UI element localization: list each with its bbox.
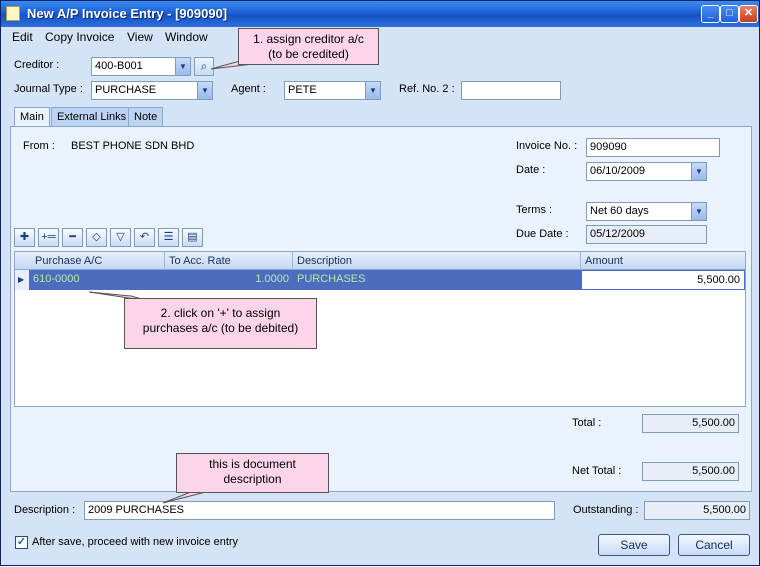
menu-edit[interactable]: Edit	[12, 30, 33, 44]
cell-amount[interactable]: 5,500.00	[581, 270, 745, 290]
outstanding-value: 5,500.00	[644, 501, 750, 520]
creditor-value: 400-B001	[95, 60, 143, 72]
date-value: 06/10/2009	[590, 165, 646, 177]
creditor-label: Creditor :	[14, 59, 60, 71]
journal-type-label: Journal Type :	[14, 83, 83, 95]
date-picker[interactable]: 06/10/2009 ▼	[586, 162, 707, 181]
terms-label: Terms :	[516, 204, 553, 216]
cell-purchase-ac[interactable]: 610-0000	[29, 270, 165, 290]
col-purchase-ac[interactable]: Purchase A/C	[35, 255, 102, 267]
tab-external-links[interactable]: External Links	[51, 107, 133, 127]
grid-header: Purchase A/C To Acc. Rate Description Am…	[15, 252, 745, 270]
journal-type-value: PURCHASE	[95, 84, 157, 96]
callout-creditor: 1. assign creditor a/c (to be credited)	[238, 28, 379, 65]
list-button[interactable]: ☰	[158, 228, 179, 247]
add-icon: ✚	[19, 231, 30, 243]
menu-copy-invoice[interactable]: Copy Invoice	[45, 30, 114, 44]
detail-button[interactable]: ▤	[182, 228, 203, 247]
column-divider	[164, 252, 165, 270]
terms-select[interactable]: Net 60 days ▼	[586, 202, 707, 221]
callout-description: this is document description	[176, 453, 329, 493]
chevron-down-icon[interactable]: ▼	[197, 82, 212, 99]
invoice-no-input[interactable]: 909090	[586, 138, 720, 157]
row-pointer-icon: ▶	[15, 270, 29, 290]
detail-icon: ▤	[187, 231, 198, 243]
menu-view[interactable]: View	[127, 30, 153, 44]
delete-icon: ━	[69, 231, 76, 243]
chevron-down-icon[interactable]: ▼	[691, 163, 706, 180]
col-rate[interactable]: To Acc. Rate	[169, 255, 231, 267]
callout-purchase: 2. click on '+' to assign purchases a/c …	[124, 298, 317, 349]
column-divider	[580, 252, 581, 270]
move-down-icon: ▽	[116, 231, 125, 243]
description-label: Description :	[14, 504, 76, 516]
undo-button[interactable]: ↶	[134, 228, 155, 247]
menu-window[interactable]: Window	[165, 30, 208, 44]
agent-value: PETE	[288, 84, 317, 96]
insert-icon: +═	[41, 231, 56, 243]
title-bar[interactable]: New A/P Invoice Entry - [909090] _ □ ✕	[1, 1, 759, 27]
close-button[interactable]: ✕	[739, 5, 758, 23]
outstanding-label: Outstanding :	[573, 504, 639, 516]
col-description[interactable]: Description	[297, 255, 352, 267]
proceed-label: After save, proceed with new invoice ent…	[32, 536, 239, 548]
tab-main[interactable]: Main	[14, 107, 50, 128]
creditor-select[interactable]: 400-B001 ▼	[91, 57, 191, 76]
due-date-value: 05/12/2009	[586, 225, 707, 244]
save-button[interactable]: Save	[598, 534, 670, 556]
search-icon: ⌕	[200, 59, 208, 73]
from-label: From :	[23, 140, 55, 152]
ref-no2-label: Ref. No. 2 :	[399, 83, 455, 95]
description-input[interactable]: 2009 PURCHASES	[84, 501, 555, 520]
net-total-value: 5,500.00	[642, 462, 739, 481]
agent-select[interactable]: PETE ▼	[284, 81, 381, 100]
insert-row-button[interactable]: +═	[38, 228, 59, 247]
list-icon: ☰	[163, 231, 174, 243]
net-total-label: Net Total :	[572, 465, 622, 477]
maximize-button[interactable]: □	[720, 5, 739, 23]
move-down-button[interactable]: ▽	[110, 228, 131, 247]
minimize-button[interactable]: _	[701, 5, 720, 23]
chevron-down-icon[interactable]: ▼	[175, 58, 190, 75]
ref-no2-input[interactable]	[461, 81, 561, 100]
col-amount[interactable]: Amount	[585, 255, 623, 267]
delete-row-button[interactable]: ━	[62, 228, 83, 247]
window-title: New A/P Invoice Entry - [909090]	[27, 6, 228, 21]
move-up-icon: ◇	[92, 231, 101, 243]
move-up-button[interactable]: ◇	[86, 228, 107, 247]
date-label: Date :	[516, 164, 546, 176]
checkmark-icon: ✓	[16, 536, 27, 548]
journal-type-select[interactable]: PURCHASE ▼	[91, 81, 213, 100]
creditor-lookup-button[interactable]: ⌕	[194, 57, 214, 76]
from-value: BEST PHONE SDN BHD	[71, 140, 195, 152]
undo-icon: ↶	[139, 231, 150, 243]
total-label: Total :	[572, 417, 602, 429]
chevron-down-icon[interactable]: ▼	[365, 82, 380, 99]
chevron-down-icon[interactable]: ▼	[691, 203, 706, 220]
tab-note[interactable]: Note	[128, 107, 164, 127]
cancel-button[interactable]: Cancel	[678, 534, 750, 556]
proceed-checkbox[interactable]: ✓	[15, 536, 28, 549]
invoice-window: New A/P Invoice Entry - [909090] _ □ ✕ E…	[0, 0, 760, 566]
total-value: 5,500.00	[642, 414, 739, 433]
invoice-no-label: Invoice No. :	[516, 140, 578, 152]
cell-description[interactable]: PURCHASES	[293, 270, 581, 290]
add-row-button[interactable]: ✚	[14, 228, 35, 247]
terms-value: Net 60 days	[590, 205, 649, 217]
menu-bar: Edit Copy Invoice View Window	[1, 27, 759, 47]
agent-label: Agent :	[231, 83, 266, 95]
column-divider	[292, 252, 293, 270]
due-date-label: Due Date :	[516, 228, 569, 240]
app-document-icon	[6, 6, 20, 21]
table-row[interactable]: ▶ 610-0000 1.0000 PURCHASES 5,500.00	[15, 270, 745, 290]
cell-rate[interactable]: 1.0000	[165, 270, 293, 290]
